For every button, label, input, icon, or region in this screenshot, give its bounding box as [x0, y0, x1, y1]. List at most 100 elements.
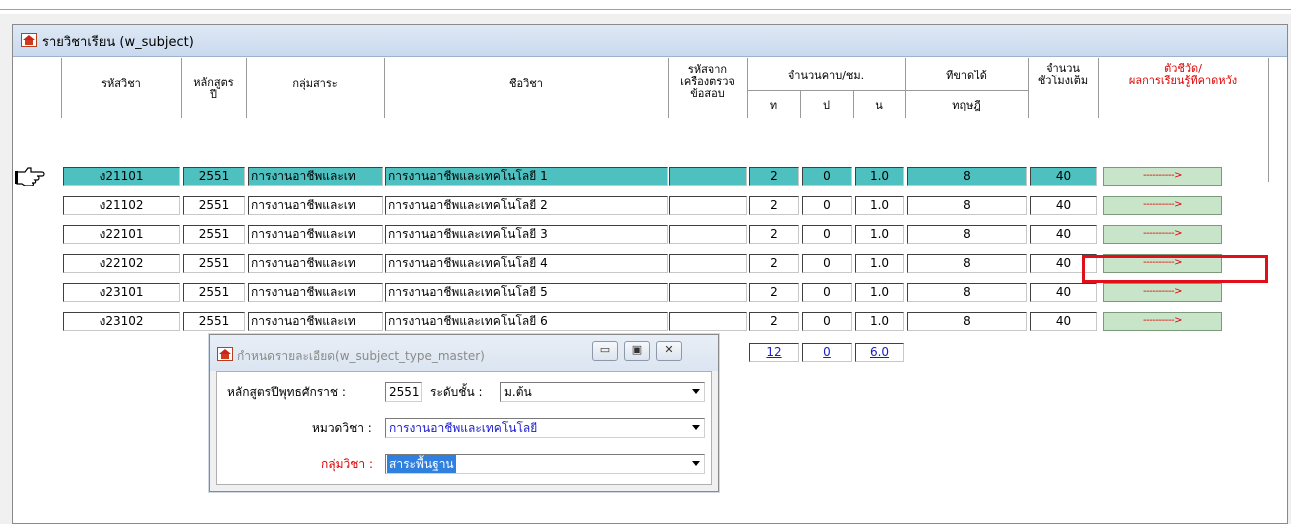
indicator-link-button[interactable]: ----------> [1103, 312, 1222, 331]
header-divider [1268, 58, 1269, 118]
row-t[interactable]: 2 [749, 254, 799, 273]
row-hours[interactable]: 40 [1030, 254, 1097, 273]
row-year[interactable]: 2551 [183, 283, 245, 302]
row-t[interactable]: 2 [749, 283, 799, 302]
row-t[interactable]: 2 [749, 312, 799, 331]
row-hours[interactable]: 40 [1030, 167, 1097, 186]
maximize-button[interactable]: ▣ [624, 341, 650, 361]
row-exam[interactable] [669, 312, 747, 331]
row-name[interactable]: การงานอาชีพและเทคโนโลยี 6 [385, 312, 668, 331]
row-code[interactable]: ง22102 [63, 254, 180, 273]
row-name[interactable]: การงานอาชีพและเทคโนโลยี 5 [385, 283, 668, 302]
table-row[interactable]: ง22101 2551 การงานอาชีพและเท การงานอาชีพ… [13, 223, 1269, 245]
row-group[interactable]: การงานอาชีพและเท [248, 196, 383, 215]
row-theory[interactable]: 8 [907, 225, 1027, 244]
indicator-link-button[interactable]: ----------> [1103, 254, 1222, 273]
indicator-link-button[interactable]: ----------> [1103, 167, 1222, 186]
header-theory: ทฤษฎี [952, 100, 981, 112]
table-row[interactable]: ง21101 2551 การงานอาชีพและเท การงานอาชีพ… [13, 165, 1269, 187]
row-theory[interactable]: 8 [907, 196, 1027, 215]
dialog-titlebar[interactable]: กำหนดรายละเอียด(w_subject_type_master) ▭… [210, 335, 718, 371]
row-n[interactable]: 1.0 [855, 225, 904, 244]
row-code[interactable]: ง21101 [63, 167, 180, 186]
row-hours[interactable]: 40 [1030, 225, 1097, 244]
chevron-down-icon[interactable] [687, 419, 704, 437]
row-group[interactable]: การงานอาชีพและเท [248, 283, 383, 302]
row-exam[interactable] [669, 254, 747, 273]
header-p: ป [823, 100, 830, 112]
row-year[interactable]: 2551 [183, 167, 245, 186]
year-input[interactable]: 2551 [385, 382, 422, 402]
minimize-button[interactable]: ▭ [592, 341, 618, 361]
header-group: กลุ่มสาระ [292, 78, 338, 90]
row-t[interactable]: 2 [749, 196, 799, 215]
row-hours[interactable]: 40 [1030, 312, 1097, 331]
header-learning-outcome: ผลการเรียนรู้ที่คาดหวัง [1128, 75, 1238, 87]
indicator-link-button[interactable]: ----------> [1103, 283, 1222, 302]
table-row[interactable]: ง23102 2551 การงานอาชีพและเท การงานอาชีพ… [13, 310, 1269, 332]
row-name[interactable]: การงานอาชีพและเทคโนโลยี 3 [385, 225, 668, 244]
level-select[interactable]: ม.ต้น [500, 382, 705, 402]
row-name[interactable]: การงานอาชีพและเทคโนโลยี 1 [385, 167, 668, 186]
chevron-down-icon[interactable] [687, 455, 704, 473]
row-group[interactable]: การงานอาชีพและเท [248, 312, 383, 331]
table-row[interactable]: ง22102 2551 การงานอาชีพและเท การงานอาชีพ… [13, 252, 1269, 274]
row-t[interactable]: 2 [749, 225, 799, 244]
row-name[interactable]: การงานอาชีพและเทคโนโลยี 4 [385, 254, 668, 273]
row-theory[interactable]: 8 [907, 167, 1027, 186]
row-group[interactable]: การงานอาชีพและเท [248, 254, 383, 273]
total-t[interactable]: 12 [749, 343, 799, 362]
row-p[interactable]: 0 [802, 167, 852, 186]
total-n[interactable]: 6.0 [855, 343, 904, 362]
table-row[interactable]: ง21102 2551 การงานอาชีพและเท การงานอาชีพ… [13, 194, 1269, 216]
row-theory[interactable]: 8 [907, 254, 1027, 273]
row-year[interactable]: 2551 [183, 254, 245, 273]
row-hours[interactable]: 40 [1030, 196, 1097, 215]
header-name: ชื่อวิชา [509, 78, 543, 90]
header-subdivider [747, 90, 905, 91]
row-n[interactable]: 1.0 [855, 312, 904, 331]
header-subdivider [905, 90, 1028, 91]
row-year[interactable]: 2551 [183, 196, 245, 215]
category-label: หมวดวิชา : [312, 421, 372, 435]
indicator-link-button[interactable]: ----------> [1103, 196, 1222, 215]
row-exam[interactable] [669, 283, 747, 302]
row-exam[interactable] [669, 196, 747, 215]
row-n[interactable]: 1.0 [855, 196, 904, 215]
group-label: กลุ่มวิชา : [321, 457, 374, 471]
row-hours[interactable]: 40 [1030, 283, 1097, 302]
group-select[interactable]: สาระพื้นฐาน [385, 454, 705, 474]
row-code[interactable]: ง21102 [63, 196, 180, 215]
row-code[interactable]: ง23101 [63, 283, 180, 302]
row-code[interactable]: ง22101 [63, 225, 180, 244]
row-theory[interactable]: 8 [907, 283, 1027, 302]
row-name[interactable]: การงานอาชีพและเทคโนโลยี 2 [385, 196, 668, 215]
row-code[interactable]: ง23102 [63, 312, 180, 331]
row-group[interactable]: การงานอาชีพและเท [248, 225, 383, 244]
row-p[interactable]: 0 [802, 283, 852, 302]
row-group[interactable]: การงานอาชีพและเท [248, 167, 383, 186]
row-n[interactable]: 1.0 [855, 283, 904, 302]
close-button[interactable]: ✕ [656, 341, 682, 361]
table-row[interactable]: ง23101 2551 การงานอาชีพและเท การงานอาชีพ… [13, 281, 1269, 303]
row-p[interactable]: 0 [802, 196, 852, 215]
row-year[interactable]: 2551 [183, 312, 245, 331]
row-p[interactable]: 0 [802, 312, 852, 331]
indicator-link-button[interactable]: ----------> [1103, 225, 1222, 244]
row-theory[interactable]: 8 [907, 312, 1027, 331]
row-n[interactable]: 1.0 [855, 167, 904, 186]
row-year[interactable]: 2551 [183, 225, 245, 244]
subject-window-titlebar: รายวิชาเรียน (w_subject) [13, 25, 1287, 57]
chevron-down-icon[interactable] [687, 383, 704, 401]
row-n[interactable]: 1.0 [855, 254, 904, 273]
row-p[interactable]: 0 [802, 225, 852, 244]
row-t[interactable]: 2 [749, 167, 799, 186]
row-p[interactable]: 0 [802, 254, 852, 273]
top-divider [0, 9, 1291, 10]
row-exam[interactable] [669, 167, 747, 186]
row-exam[interactable] [669, 225, 747, 244]
level-label: ระดับชั้น : [430, 385, 483, 399]
total-p[interactable]: 0 [802, 343, 852, 362]
header-n: น [875, 100, 883, 112]
category-select[interactable]: การงานอาชีพและเทคโนโลยี [385, 418, 705, 438]
